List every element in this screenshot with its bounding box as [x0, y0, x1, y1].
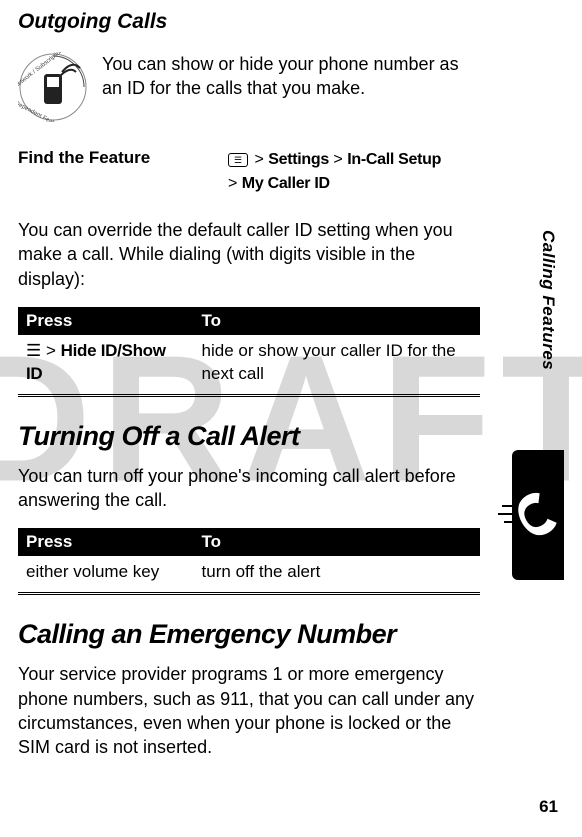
- volume-key-desc: turn off the alert: [194, 556, 480, 593]
- find-feature-label: Find the Feature: [18, 148, 218, 196]
- table-header-to: To: [194, 528, 480, 556]
- page-content: Outgoing Calls Network / Subscription De…: [0, 0, 510, 760]
- turning-off-alert-heading: Turning Off a Call Alert: [18, 421, 480, 452]
- find-feature-row: Find the Feature ☰ > Settings > In-Call …: [18, 148, 480, 196]
- right-sidebar: Calling Features: [510, 0, 564, 837]
- emergency-number-heading: Calling an Emergency Number: [18, 619, 480, 650]
- outgoing-calls-heading: Outgoing Calls: [18, 10, 480, 34]
- network-feature-icon: Network / Subscription Dependent Feature: [18, 52, 88, 122]
- table-header-press: Press: [18, 528, 194, 556]
- table-row: either volume key turn off the alert: [18, 556, 480, 593]
- find-feature-path: ☰ > Settings > In-Call Setup > My Caller…: [228, 148, 441, 196]
- alert-intro-paragraph: You can turn off your phone's incoming c…: [18, 464, 480, 513]
- override-paragraph: You can override the default caller ID s…: [18, 218, 480, 291]
- path-sep: >: [254, 151, 263, 168]
- emergency-intro-paragraph: Your service provider programs 1 or more…: [18, 662, 480, 759]
- table-header-press: Press: [18, 307, 194, 335]
- phone-tab-icon: [512, 450, 564, 580]
- path-sep: >: [228, 175, 237, 192]
- path-incall: In-Call Setup: [347, 151, 441, 168]
- menu-key-icon: ☰: [26, 341, 41, 360]
- table-row: ☰ > Hide ID/Show ID hide or show your ca…: [18, 335, 480, 395]
- hide-show-id-desc: hide or show your caller ID for the next…: [194, 335, 480, 395]
- table-header-to: To: [194, 307, 480, 335]
- hide-show-id-table: Press To ☰ > Hide ID/Show ID hide or sho…: [18, 307, 480, 397]
- section-tab-label: Calling Features: [538, 230, 558, 370]
- volume-key-press: either volume key: [18, 556, 194, 593]
- intro-row: Network / Subscription Dependent Feature…: [18, 52, 480, 122]
- path-settings: Settings: [268, 151, 329, 168]
- menu-key-icon: ☰: [228, 153, 248, 167]
- path-sep: >: [46, 341, 56, 360]
- outgoing-intro-text: You can show or hide your phone number a…: [102, 52, 480, 101]
- path-sep: >: [333, 151, 342, 168]
- turn-off-alert-table: Press To either volume key turn off the …: [18, 528, 480, 595]
- path-mycallerid: My Caller ID: [242, 175, 330, 192]
